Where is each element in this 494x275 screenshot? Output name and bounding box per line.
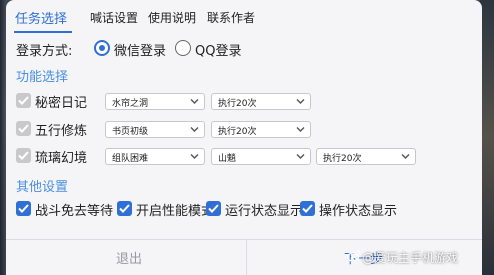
five-elements-label: 五行修炼 xyxy=(35,124,88,139)
login-method-label: 登录方式: xyxy=(16,44,73,59)
performance-mode-checkbox[interactable] xyxy=(117,201,132,216)
select-value: 水帘之洞 xyxy=(112,99,149,109)
active-tab-indicator xyxy=(14,31,72,33)
select-value: 执行20次 xyxy=(323,154,362,164)
select-value: 执行20次 xyxy=(218,99,257,109)
performance-mode-label[interactable]: 开启性能模式 xyxy=(136,200,214,219)
qq-login-label[interactable]: QQ登录 xyxy=(195,40,241,59)
glass-illusion-count-select[interactable]: 执行20次 xyxy=(316,148,416,165)
secret-diary-checkbox[interactable] xyxy=(16,93,31,108)
chevron-down-icon xyxy=(190,99,199,104)
secret-diary-count-select[interactable]: 执行20次 xyxy=(211,93,311,110)
chevron-down-icon xyxy=(296,127,305,132)
checkmark-icon xyxy=(18,204,29,213)
tab-shout-settings[interactable]: 喊话设置 xyxy=(90,9,138,26)
tab-instructions[interactable]: 使用说明 xyxy=(148,9,196,26)
exit-button[interactable]: 退出 xyxy=(116,248,142,267)
weibo-icon xyxy=(347,250,361,262)
settings-dialog: 任务选择 喊话设置 使用说明 联系作者 登录方式: 微信登录 QQ登录 功能选择… xyxy=(6,0,482,275)
chevron-down-icon xyxy=(401,154,410,159)
checkmark-icon xyxy=(208,204,219,213)
glass-illusion-label: 琉璃幻境 xyxy=(35,151,88,166)
run-status-display-label[interactable]: 运行状态显示 xyxy=(225,200,303,219)
operation-status-display-checkbox[interactable] xyxy=(300,201,315,216)
select-value: 执行20次 xyxy=(218,127,257,137)
secret-diary-label: 秘密日记 xyxy=(35,96,88,111)
five-elements-checkbox[interactable] xyxy=(16,121,31,136)
qq-login-radio[interactable] xyxy=(175,40,191,56)
footer-divider xyxy=(6,239,482,240)
select-value: 书页初级 xyxy=(112,127,149,137)
chevron-down-icon xyxy=(190,127,199,132)
skip-battle-wait-label[interactable]: 战斗免去等待 xyxy=(35,200,113,219)
operation-status-display-label[interactable]: 操作状态显示 xyxy=(319,200,397,219)
footer-vertical-divider xyxy=(246,240,247,275)
select-value: 山魈 xyxy=(218,154,237,164)
checkmark-icon xyxy=(119,204,130,213)
chevron-down-icon xyxy=(190,154,199,159)
glass-illusion-difficulty-select[interactable]: 组队困难 xyxy=(105,148,205,165)
chevron-down-icon xyxy=(296,99,305,104)
glass-illusion-boss-select[interactable]: 山魈 xyxy=(211,148,311,165)
five-elements-level-select[interactable]: 书页初级 xyxy=(105,121,205,138)
tab-contact-author[interactable]: 联系作者 xyxy=(207,9,255,26)
wechat-login-radio[interactable] xyxy=(94,40,110,56)
select-value: 组队困难 xyxy=(112,154,149,164)
section-other-title: 其他设置 xyxy=(16,180,69,195)
wechat-login-label[interactable]: 微信登录 xyxy=(114,40,166,59)
tab-bar: 任务选择 喊话设置 使用说明 联系作者 xyxy=(6,0,482,34)
five-elements-count-select[interactable]: 执行20次 xyxy=(211,121,311,138)
tab-task-select[interactable]: 任务选择 xyxy=(15,8,67,27)
glass-illusion-checkbox[interactable] xyxy=(16,148,31,163)
watermark-text: @爱玩主手机游戏 xyxy=(362,251,459,265)
run-status-display-checkbox[interactable] xyxy=(206,201,221,216)
game-background-right xyxy=(480,0,494,275)
skip-battle-wait-checkbox[interactable] xyxy=(16,201,31,216)
section-functions-title: 功能选择 xyxy=(16,70,69,85)
chevron-down-icon xyxy=(296,154,305,159)
secret-diary-location-select[interactable]: 水帘之洞 xyxy=(105,93,205,110)
checkmark-icon xyxy=(302,204,313,213)
